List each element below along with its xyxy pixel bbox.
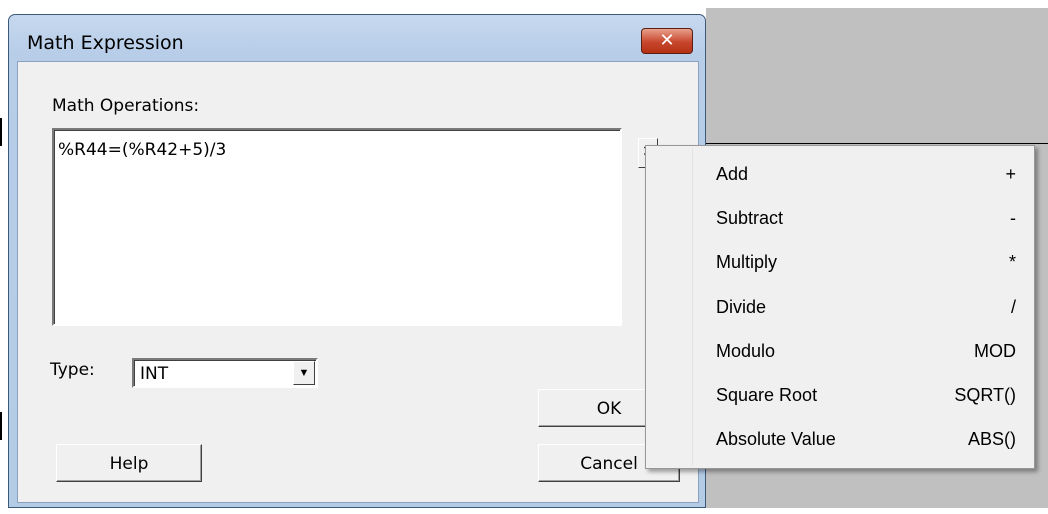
- menu-item-shortcut: -: [1010, 208, 1016, 228]
- title-bar[interactable]: Math Expression ✕: [9, 15, 705, 59]
- menu-item-label: Modulo: [716, 341, 776, 361]
- expression-textarea[interactable]: %R44=(%R42+5)/3: [52, 128, 622, 326]
- type-select-value: INT: [140, 364, 169, 384]
- menu-item-modulo[interactable]: Modulo MOD: [646, 331, 1034, 375]
- menu-item-shortcut: *: [1008, 252, 1016, 272]
- menu-item-label: Absolute Value: [716, 429, 836, 449]
- menu-item-shortcut: ABS(): [967, 429, 1016, 449]
- dialog-title: Math Expression: [27, 32, 184, 54]
- ok-button-label: OK: [596, 399, 622, 419]
- menu-item-square-root[interactable]: Square Root SQRT(): [646, 375, 1034, 419]
- menu-item-multiply[interactable]: Multiply *: [646, 242, 1034, 286]
- menu-item-add[interactable]: Add +: [646, 154, 1034, 198]
- background-divider: [706, 143, 1048, 144]
- menu-item-absolute-value[interactable]: Absolute Value ABS(): [646, 419, 1034, 463]
- background-edge-mark: [0, 412, 2, 440]
- menu-item-label: Multiply: [716, 252, 778, 272]
- menu-item-label: Add: [716, 164, 749, 184]
- menu-item-shortcut: MOD: [974, 341, 1016, 361]
- dialog-body: Math Operations: %R44=(%R42+5)/3 > Type:…: [17, 61, 699, 503]
- menu-item-subtract[interactable]: Subtract -: [646, 198, 1034, 242]
- background-edge-mark: [0, 118, 2, 146]
- menu-item-label: Square Root: [716, 385, 818, 405]
- menu-item-label: Subtract: [716, 208, 784, 228]
- menu-item-shortcut: SQRT(): [954, 385, 1016, 405]
- operations-context-menu: Add + Subtract - Multiply * Divide / Mod…: [645, 145, 1035, 469]
- help-button[interactable]: Help: [56, 444, 202, 482]
- expression-text: %R44=(%R42+5)/3: [58, 140, 227, 160]
- type-select[interactable]: INT ▼: [132, 358, 318, 388]
- type-label: Type:: [50, 360, 95, 380]
- help-button-label: Help: [109, 454, 149, 474]
- menu-item-shortcut: /: [1010, 297, 1016, 317]
- close-icon: ✕: [659, 30, 675, 51]
- cancel-button-label: Cancel: [580, 454, 638, 474]
- menu-item-divide[interactable]: Divide /: [646, 287, 1034, 331]
- close-button[interactable]: ✕: [641, 28, 693, 54]
- math-expression-dialog: Math Expression ✕ Math Operations: %R44=…: [8, 14, 706, 508]
- chevron-down-icon[interactable]: ▼: [293, 361, 315, 385]
- menu-item-label: Divide: [716, 297, 767, 317]
- menu-item-shortcut: +: [1005, 164, 1016, 184]
- math-operations-label: Math Operations:: [52, 96, 200, 116]
